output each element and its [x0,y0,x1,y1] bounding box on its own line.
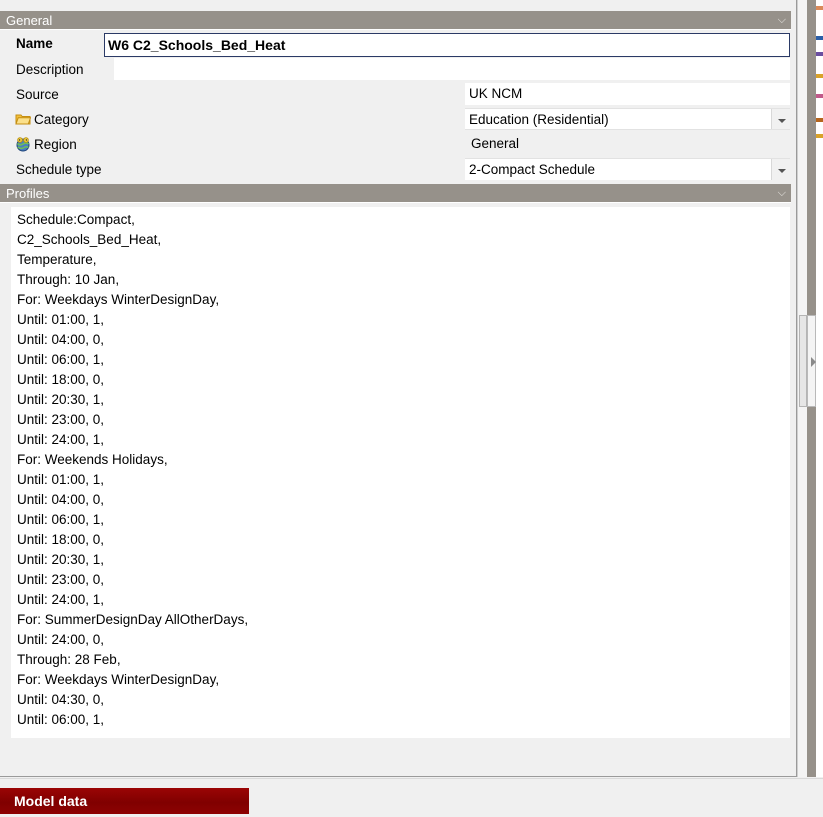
section-title-general: General [6,13,53,28]
profile-line: For: Weekdays WinterDesignDay, [17,292,220,307]
editor-vertical-scrollbar[interactable] [797,0,807,777]
form-row-category: Category Education (Residential) [0,107,791,132]
profile-line: Until: 01:00, 1, [17,472,105,487]
section-header-profiles[interactable]: Profiles ⌵ [0,184,791,203]
profile-line: Until: 18:00, 0, [17,532,105,547]
cut-off-icon [816,134,823,138]
chevron-down-icon[interactable] [771,109,790,129]
category-combobox[interactable]: Education (Residential) [465,108,790,130]
label-schedule-type: Schedule type [16,162,102,177]
scrollbar-thumb[interactable] [799,315,807,407]
profile-line: Until: 04:30, 0, [17,692,105,707]
category-value: Education (Residential) [469,112,609,127]
folder-icon [15,111,32,127]
profile-line: Through: 10 Jan, [17,272,120,287]
name-input[interactable]: W6 C2_Schools_Bed_Heat [104,33,790,57]
label-category: Category [34,112,89,127]
double-chevron-down-icon[interactable]: ⌵ [778,184,786,203]
description-input[interactable] [114,58,790,80]
label-region: Region [34,137,77,152]
section-title-profiles: Profiles [6,186,50,201]
form-row-description: Description [0,57,791,82]
schedule-editor-pane: General ⌵ Name W6 C2_Schools_Bed_Heat De… [0,0,797,777]
profile-line: C2_Schools_Bed_Heat, [17,232,162,247]
profile-line: Schedule:Compact, [17,212,135,227]
application-window: General ⌵ Name W6 C2_Schools_Bed_Heat De… [0,0,823,817]
double-chevron-down-icon[interactable]: ⌵ [778,11,786,30]
profile-line: Until: 18:00, 0, [17,372,105,387]
cut-off-icon [816,52,823,56]
model-data-label: Model data [14,793,88,809]
profile-line: Until: 04:00, 0, [17,492,105,507]
form-row-source: Source UK NCM [0,82,791,107]
profiles-body: Schedule:Compact, C2_Schools_Bed_Heat, Tem… [0,204,791,776]
profile-line: Until: 24:00, 0, [17,632,105,647]
profile-line: Until: 23:00, 0, [17,412,105,427]
cut-off-icon [816,6,823,10]
profiles-text-area[interactable]: Schedule:Compact, C2_Schools_Bed_Heat, Tem… [11,207,790,738]
profile-line: Until: 01:00, 1, [17,312,105,327]
adjacent-pane-sliver [816,0,823,777]
label-name: Name [16,36,53,51]
profile-line: Until: 23:00, 0, [17,572,105,587]
splitter-expand-handle[interactable] [807,315,816,407]
profile-line: Until: 06:00, 1, [17,512,105,527]
label-source: Source [16,87,59,102]
profile-line: Through: 28 Feb, [17,652,121,667]
profile-line: For: Weekdays WinterDesignDay, [17,672,220,687]
profile-line: Until: 06:00, 1, [17,712,105,727]
profile-line: Until: 04:00, 0, [17,332,105,347]
profile-line: Until: 20:30, 1, [17,552,105,567]
bottom-bar-area: Model data [0,778,823,817]
source-value: UK NCM [465,83,790,105]
cut-off-icon [816,118,823,122]
schedule-type-combobox[interactable]: 2-Compact Schedule [465,158,790,180]
profile-line: Until: 24:00, 1, [17,432,105,447]
profile-line: Until: 24:00, 1, [17,592,105,607]
cut-off-icon [816,74,823,78]
model-data-tab[interactable]: Model data [0,788,249,814]
form-row-schedule-type: Schedule type 2-Compact Schedule [0,157,791,182]
globe-icon [15,136,31,152]
vertical-splitter[interactable] [807,0,816,777]
chevron-down-icon[interactable] [771,159,790,180]
profile-line: Until: 06:00, 1, [17,352,105,367]
cut-off-icon [816,36,823,40]
schedule-type-value: 2-Compact Schedule [469,162,596,177]
general-form: Name W6 C2_Schools_Bed_Heat Description … [0,31,791,184]
region-value: General [465,133,790,155]
profile-line: For: Weekends Holidays, [17,452,168,467]
cut-off-icon [816,94,823,98]
form-row-region: Region General [0,132,791,157]
profile-line: Until: 20:30, 1, [17,392,105,407]
form-row-name: Name W6 C2_Schools_Bed_Heat [0,31,791,57]
label-description: Description [16,62,84,77]
profile-line: For: SummerDesignDay AllOtherDays, [17,612,249,627]
profile-line: Temperature, [17,252,97,267]
section-header-general[interactable]: General ⌵ [0,11,791,30]
